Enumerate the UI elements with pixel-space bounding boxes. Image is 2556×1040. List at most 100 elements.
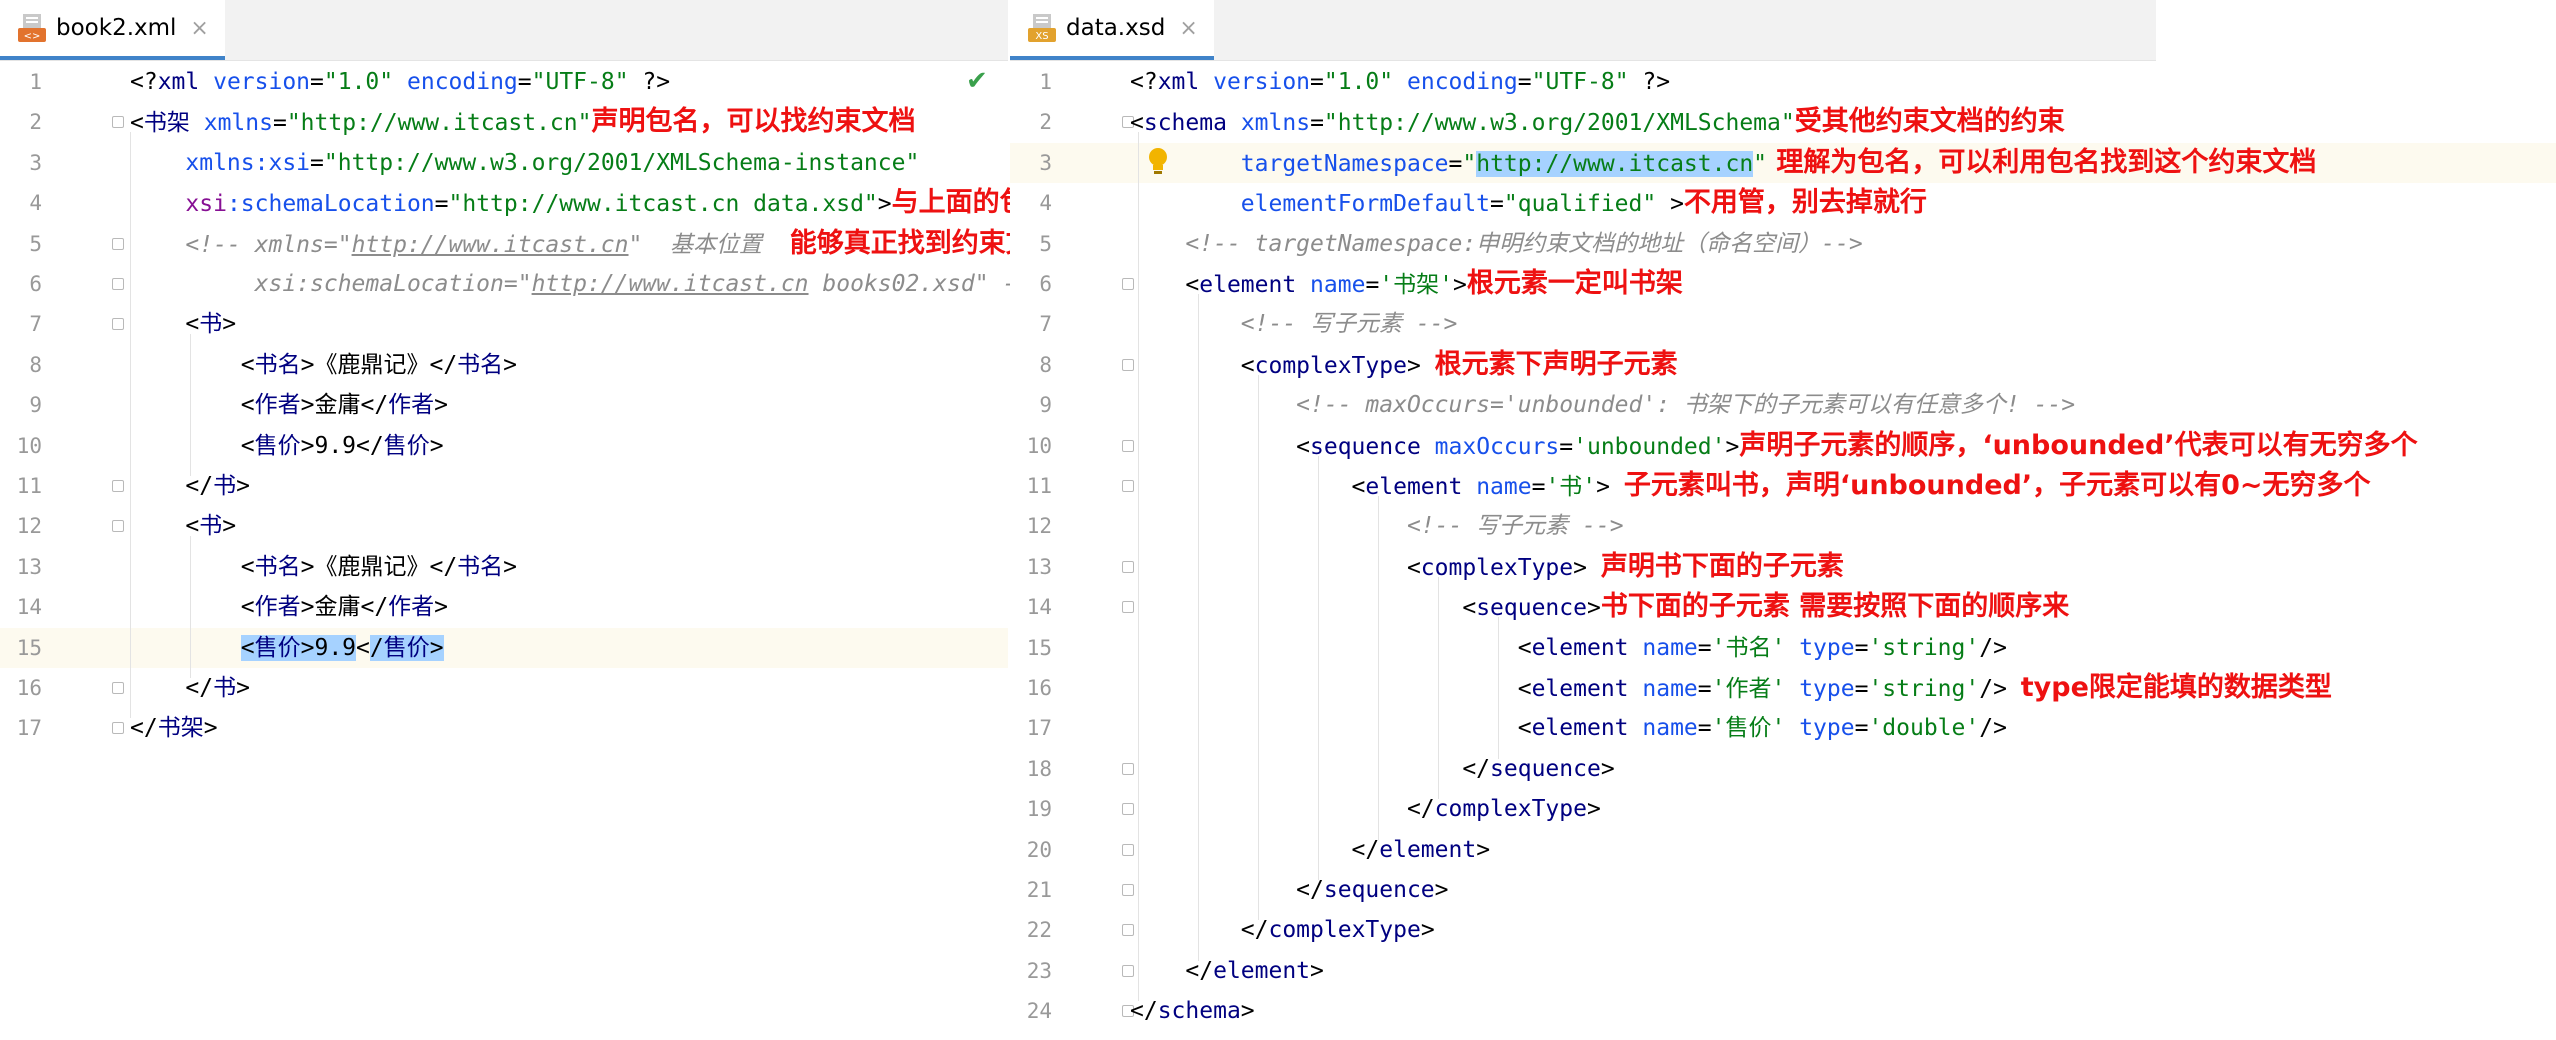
code-text: <!-- 写子元素 --> — [1130, 506, 1624, 546]
selected-text: >9.9 — [300, 634, 357, 661]
annotation-note: 声明包名，可以找约束文档 — [591, 106, 916, 138]
close-tab-icon[interactable]: × — [1179, 16, 1197, 41]
code-line[interactable]: 9 <!-- maxOccurs='unbounded': 书架下的子元素可以有… — [1010, 385, 2556, 425]
code-line[interactable]: 14 <sequence>书下面的子元素 需要按照下面的顺序来 — [1010, 587, 2556, 627]
fold-marker-icon[interactable] — [112, 318, 124, 331]
code-line[interactable]: 10 <sequence maxOccurs='unbounded'>声明子元素… — [1010, 426, 2556, 466]
code-line[interactable]: 12 <!-- 写子元素 --> — [1010, 506, 2556, 546]
code-punct: > — [1725, 433, 1740, 460]
fold-marker-icon[interactable] — [112, 278, 124, 290]
code-line[interactable]: 7 <书> — [0, 304, 1008, 344]
fold-marker-icon[interactable] — [112, 116, 124, 129]
code-line[interactable]: 16 </书> — [0, 668, 1008, 708]
attr-value: 'string' — [1868, 676, 1980, 702]
line-number: 1 — [1039, 70, 1052, 94]
annotation-note: 理解为包名，可以利用包名找到这个约束文档 — [1767, 146, 2317, 178]
code-punct: = — [1310, 110, 1324, 137]
code-line[interactable]: 11 <element name='书'> 子元素叫书，声明‘unbounded… — [1010, 466, 2556, 506]
code-line[interactable]: 14 <作者>金庸</作者> — [0, 587, 1008, 627]
comment: books02.xsd" --> — [808, 271, 1044, 297]
code-line[interactable]: 8 <书名>《鹿鼎记》</书名> — [0, 345, 1008, 385]
attr-name: elementFormDefault — [1240, 191, 1491, 218]
annotation-note: 子元素叫书，声明‘unbounded’，子元素可以有0~无穷多个 — [1623, 470, 2371, 501]
tag-name: 书 — [213, 675, 237, 701]
right-tab-bar: XS data.xsd × — [1010, 0, 2156, 61]
selected-text: 售价 — [254, 634, 301, 661]
code-line[interactable]: 5 <!-- xmlns="http://www.itcast.cn" 基本位置… — [0, 224, 1059, 264]
tab-data-xsd[interactable]: XS data.xsd × — [1010, 0, 1214, 60]
code-line[interactable]: 7 <!-- 写子元素 --> — [1010, 304, 2556, 344]
tag-name: element — [1531, 676, 1629, 702]
code-punct: </ — [1130, 998, 1158, 1025]
code-line[interactable]: 15 <element name='书名' type='string'/> — [1010, 628, 2556, 668]
code-line[interactable]: 1 <?xml version="1.0" encoding="UTF-8" ?> — [0, 62, 1008, 102]
code-line[interactable]: 16 <element name='作者' type='string'/> ty… — [1010, 668, 2556, 708]
code-line[interactable]: 9 <作者>金庸</作者> — [0, 385, 1008, 425]
code-punct: < — [1130, 352, 1255, 379]
code-punct: ?> — [628, 69, 671, 95]
tag-name: sequence — [1323, 877, 1435, 903]
fold-marker-icon[interactable] — [112, 682, 124, 694]
line-number: 24 — [1026, 999, 1052, 1024]
code-line[interactable]: 2 <schema xmlns="http://www.w3.org/2001/X… — [1010, 102, 2556, 142]
tag-name: 书 — [213, 473, 237, 499]
code-line[interactable]: 15 <售价>9.9</售价> — [0, 627, 1008, 668]
code-line[interactable]: 4 xsi:schemaLocation="http://www.itcast.… — [0, 183, 1107, 223]
left-code-editor[interactable]: 1 <?xml version="1.0" encoding="UTF-8" ?>… — [0, 62, 1108, 1040]
code-punct — [1130, 191, 1241, 217]
code-line[interactable]: 5 <!-- targetNamespace:申明约束文档的地址（命名空间）--… — [1010, 224, 2556, 264]
code-punct: < — [356, 634, 370, 661]
code-punct: >金庸</ — [300, 594, 389, 621]
annotation-note: 根元素下声明子元素 — [1434, 348, 1678, 380]
code-line[interactable]: 19 </complexType> — [1010, 789, 2556, 829]
code-line[interactable]: 13 <complexType> 声明书下面的子元素 — [1010, 547, 2556, 587]
code-line[interactable]: 17 </书架> — [0, 708, 1008, 748]
fold-marker-icon[interactable] — [112, 520, 124, 533]
code-line[interactable]: 11 </书> — [0, 466, 1008, 506]
code-line[interactable]: 6 <element name='书架'>根元素一定叫书架 — [1010, 264, 2556, 304]
code-line[interactable]: 10 <售价>9.9</售价> — [0, 426, 1008, 466]
code-text: xsi:schemaLocation="http://www.itcast.cn… — [130, 183, 1107, 223]
code-line[interactable]: 17 <element name='售价' type='double'/> — [1010, 708, 2556, 748]
code-text: elementFormDefault="qualified" >不用管，别去掉就… — [1130, 183, 1927, 223]
fold-marker-icon[interactable] — [112, 237, 124, 250]
annotation-note: 书下面的子元素 需要按照下面的顺序来 — [1600, 591, 2070, 623]
line-number: 9 — [29, 393, 42, 418]
tag-name: 书架 — [143, 110, 190, 137]
code-line[interactable]: 12 <书> — [0, 506, 1008, 546]
line-number: 11 — [1026, 474, 1052, 498]
code-punct: </ — [1130, 796, 1435, 823]
attr-value: '书' — [1545, 474, 1597, 500]
check-icon[interactable]: ✔ — [966, 66, 988, 96]
code-line[interactable]: 4 elementFormDefault="qualified" >不用管，别去… — [1010, 183, 2556, 223]
tab-book2-xml[interactable]: <> book2.xml × — [0, 0, 225, 60]
line-number: 4 — [29, 191, 42, 216]
bulb-icon[interactable] — [1146, 146, 1170, 180]
code-line[interactable]: 2 <书架 xmlns="http://www.itcast.cn"声明包名，可以… — [0, 102, 1008, 142]
code-line[interactable]: 21 </sequence> — [1010, 870, 2556, 910]
code-line[interactable]: 23 </element> — [1010, 951, 2556, 991]
code-line[interactable]: 1 <?xml version="1.0" encoding="UTF-8" ?> — [1010, 62, 2556, 102]
fold-marker-icon[interactable] — [112, 480, 124, 492]
code-line[interactable]: 3 targetNamespace="http://www.itcast.cn"… — [1010, 142, 2556, 183]
right-code-editor[interactable]: 1 <?xml version="1.0" encoding="UTF-8" ?>… — [1010, 62, 2556, 1040]
code-line[interactable]: 6 xsi:schemaLocation="http://www.itcast.… — [0, 264, 1044, 304]
tag-name: 售价 — [254, 432, 301, 459]
line-number: 12 — [1026, 514, 1052, 539]
code-line[interactable]: 22 </complexType> — [1010, 910, 2556, 950]
line-number: 19 — [1026, 797, 1052, 822]
close-tab-icon[interactable]: × — [190, 16, 208, 41]
code-line[interactable]: 3 xmlns:xsi="http://www.w3.org/2001/XMLS… — [0, 143, 1008, 183]
code-text: <element name='书架'>根元素一定叫书架 — [1130, 264, 1683, 304]
code-line[interactable]: 8 <complexType> 根元素下声明子元素 — [1010, 345, 2556, 385]
code-line[interactable]: 20 </element> — [1010, 830, 2556, 870]
code-punct — [393, 69, 407, 95]
code-punct — [1629, 715, 1643, 741]
code-punct: > — [877, 191, 892, 218]
code-line[interactable]: 24 </schema> — [1010, 991, 2556, 1031]
code-line[interactable]: 18 </sequence> — [1010, 749, 2556, 789]
fold-marker-icon[interactable] — [112, 722, 124, 735]
code-line[interactable]: 13 <书名>《鹿鼎记》</书名> — [0, 547, 1008, 587]
code-punct: > — [503, 351, 518, 378]
annotation-note: 根元素一定叫书架 — [1466, 268, 1683, 299]
